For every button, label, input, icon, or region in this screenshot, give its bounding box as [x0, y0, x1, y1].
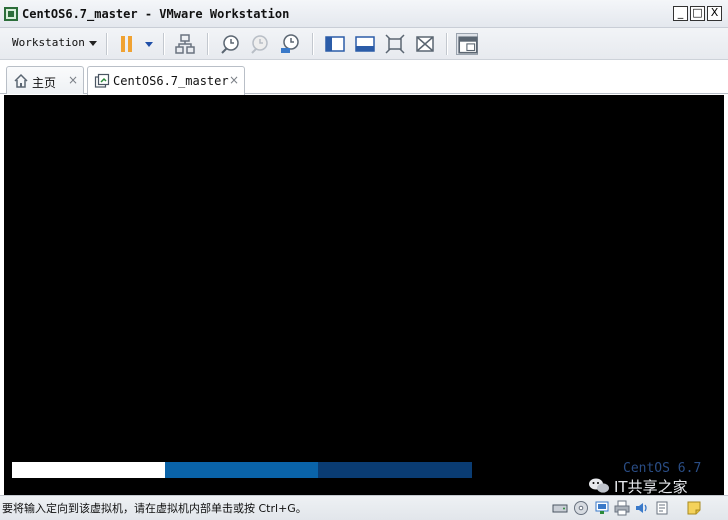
library-icon: [458, 36, 478, 54]
status-bar: 要将输入定向到该虚拟机，请在虚拟机内部单击或按 Ctrl+G。: [0, 495, 728, 520]
fullscreen-button[interactable]: [384, 33, 406, 55]
maximize-button[interactable]: □: [690, 6, 705, 21]
take-snapshot-button[interactable]: [219, 33, 241, 55]
progress-segment: [318, 462, 472, 478]
toolbar-divider: [312, 33, 313, 55]
tab-home-label: 主页: [32, 76, 57, 90]
tab-vm-close-icon[interactable]: ×: [228, 73, 240, 87]
network-icon: [175, 34, 195, 54]
message-icon: [687, 501, 701, 515]
chevron-down-icon: [88, 40, 97, 46]
revert-snapshot-button[interactable]: [249, 33, 271, 55]
network-adapter-button[interactable]: [594, 500, 610, 516]
console-view-icon: [325, 36, 345, 52]
wechat-icon: [589, 478, 609, 493]
display-button[interactable]: [654, 500, 670, 516]
workstation-menu[interactable]: Workstation: [12, 36, 97, 49]
network-button[interactable]: [174, 33, 196, 55]
centos-brand-label: CentOS 6.7: [623, 461, 702, 476]
toolbar-divider: [207, 33, 208, 55]
power-dropdown-button[interactable]: [138, 33, 153, 55]
workstation-menu-label: Workstation: [12, 36, 85, 49]
toolbar-divider: [163, 33, 164, 55]
cd-rom-button[interactable]: [573, 500, 589, 516]
progress-segment: [165, 462, 319, 478]
quick-switch-button[interactable]: [354, 33, 376, 55]
tab-strip: 主页 × CentOS6.7_master ×: [0, 60, 728, 95]
watermark-text: IT共享之家: [614, 477, 688, 496]
quick-switch-icon: [355, 36, 375, 52]
tab-home[interactable]: 主页 ×: [6, 66, 84, 94]
dropdown-icon: [145, 42, 153, 47]
vm-icon: [94, 73, 110, 88]
vm-display[interactable]: CentOS 6.7 IT共享之家: [4, 95, 724, 497]
hard-disk-icon: [552, 504, 568, 513]
home-icon: [14, 73, 28, 88]
window-title: CentOS6.7_master - VMware Workstation: [22, 7, 290, 21]
fullscreen-icon: [385, 34, 405, 54]
minimize-button[interactable]: _: [673, 6, 688, 21]
toolbar: Workstation: [0, 28, 728, 60]
tab-vm-label: CentOS6.7_master: [113, 74, 229, 88]
vmware-app-icon: [4, 7, 18, 21]
sound-icon: [636, 503, 647, 513]
snapshot-revert-icon: [251, 35, 268, 54]
unity-icon: [416, 36, 434, 52]
tab-home-close-icon[interactable]: ×: [67, 73, 79, 87]
snapshot-manager-icon: [281, 34, 299, 53]
sound-button[interactable]: [634, 500, 650, 516]
toolbar-divider: [446, 33, 447, 55]
network-adapter-icon: [595, 501, 609, 514]
library-button[interactable]: [456, 33, 478, 55]
printer-button[interactable]: [614, 500, 630, 516]
cd-rom-icon: [574, 501, 588, 515]
boot-progress-bar: [12, 462, 472, 478]
snapshot-take-icon: [221, 35, 239, 54]
hard-disk-button[interactable]: [552, 500, 568, 516]
pause-button[interactable]: [116, 33, 138, 55]
status-hint: 要将输入定向到该虚拟机，请在虚拟机内部单击或按 Ctrl+G。: [2, 502, 307, 515]
printer-icon: [614, 500, 630, 516]
toolbar-divider: [106, 33, 107, 55]
progress-segment: [12, 462, 166, 478]
pause-icon: [121, 36, 132, 52]
display-icon: [656, 501, 668, 515]
watermark: IT共享之家: [588, 475, 688, 497]
tab-vm[interactable]: CentOS6.7_master ×: [87, 66, 245, 95]
close-button[interactable]: X: [707, 6, 722, 21]
unity-button[interactable]: [414, 33, 436, 55]
console-view-button[interactable]: [324, 33, 346, 55]
title-bar: CentOS6.7_master - VMware Workstation _ …: [0, 0, 728, 28]
message-button[interactable]: [686, 500, 702, 516]
snapshot-manager-button[interactable]: [279, 33, 301, 55]
